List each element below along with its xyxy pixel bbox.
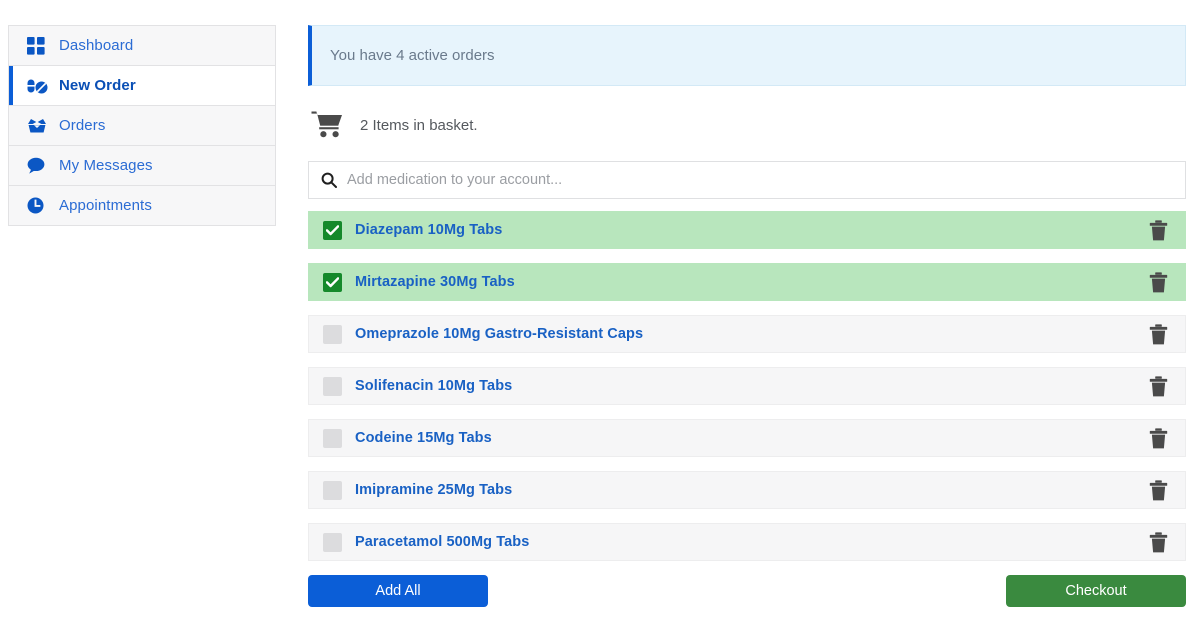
sidebar-item-orders[interactable]: Orders bbox=[9, 106, 275, 146]
add-all-button[interactable]: Add All bbox=[308, 575, 488, 607]
medication-row[interactable]: Imipramine 25Mg Tabs bbox=[308, 471, 1186, 509]
medication-checkbox[interactable] bbox=[323, 532, 342, 552]
clock-icon bbox=[27, 196, 49, 216]
search-input[interactable] bbox=[347, 172, 1173, 188]
trash-icon[interactable] bbox=[1149, 375, 1169, 397]
medication-name: Codeine 15Mg Tabs bbox=[355, 430, 492, 446]
search-bar[interactable] bbox=[308, 161, 1186, 199]
sidebar-item-appointments[interactable]: Appointments bbox=[9, 186, 275, 226]
medication-name: Solifenacin 10Mg Tabs bbox=[355, 378, 513, 394]
active-orders-alert: You have 4 active orders bbox=[308, 25, 1186, 86]
pills-icon bbox=[27, 76, 49, 96]
open-box-icon bbox=[27, 116, 49, 136]
medication-row[interactable]: Mirtazapine 30Mg Tabs bbox=[308, 263, 1186, 301]
medication-name: Mirtazapine 30Mg Tabs bbox=[355, 274, 515, 290]
trash-icon[interactable] bbox=[1149, 427, 1169, 449]
grid-icon bbox=[27, 36, 49, 56]
medication-name: Imipramine 25Mg Tabs bbox=[355, 482, 513, 498]
sidebar-item-label: New Order bbox=[59, 77, 136, 94]
sidebar-item-label: Orders bbox=[59, 117, 106, 134]
medication-name: Diazepam 10Mg Tabs bbox=[355, 222, 503, 238]
medication-list: Diazepam 10Mg Tabs Mirtazapine 30Mg Tabs bbox=[308, 211, 1186, 561]
medication-checkbox[interactable] bbox=[323, 428, 342, 448]
trash-icon[interactable] bbox=[1149, 219, 1169, 241]
medication-row[interactable]: Codeine 15Mg Tabs bbox=[308, 419, 1186, 457]
sidebar-item-label: My Messages bbox=[59, 157, 153, 174]
shopping-cart-icon bbox=[311, 110, 345, 140]
medication-checkbox[interactable] bbox=[323, 272, 342, 292]
medication-checkbox[interactable] bbox=[323, 480, 342, 500]
trash-icon[interactable] bbox=[1149, 479, 1169, 501]
medication-row[interactable]: Diazepam 10Mg Tabs bbox=[308, 211, 1186, 249]
medication-checkbox[interactable] bbox=[323, 324, 342, 344]
main-content: You have 4 active orders 2 Items in bask… bbox=[308, 25, 1186, 607]
basket-summary: 2 Items in basket. bbox=[308, 107, 1186, 143]
sidebar-item-label: Dashboard bbox=[59, 37, 134, 54]
search-icon bbox=[321, 172, 337, 188]
medication-name: Omeprazole 10Mg Gastro-Resistant Caps bbox=[355, 326, 644, 342]
sidebar-item-label: Appointments bbox=[59, 197, 152, 214]
trash-icon[interactable] bbox=[1149, 531, 1169, 553]
speech-bubble-icon bbox=[27, 156, 49, 176]
alert-text: You have 4 active orders bbox=[330, 47, 495, 64]
trash-icon[interactable] bbox=[1149, 271, 1169, 293]
medication-row[interactable]: Solifenacin 10Mg Tabs bbox=[308, 367, 1186, 405]
medication-row[interactable]: Omeprazole 10Mg Gastro-Resistant Caps bbox=[308, 315, 1186, 353]
app-root: Dashboard New Order Orders My Messages A… bbox=[0, 0, 1198, 643]
medication-row[interactable]: Paracetamol 500Mg Tabs bbox=[308, 523, 1186, 561]
basket-count-label: 2 Items in basket. bbox=[360, 116, 478, 134]
sidebar-item-my-messages[interactable]: My Messages bbox=[9, 146, 275, 186]
action-bar: Add All Checkout bbox=[308, 575, 1186, 607]
sidebar: Dashboard New Order Orders My Messages A… bbox=[8, 25, 276, 226]
medication-checkbox[interactable] bbox=[323, 220, 342, 240]
checkout-button[interactable]: Checkout bbox=[1006, 575, 1186, 607]
medication-checkbox[interactable] bbox=[323, 376, 342, 396]
trash-icon[interactable] bbox=[1149, 323, 1169, 345]
sidebar-item-dashboard[interactable]: Dashboard bbox=[9, 26, 275, 66]
medication-name: Paracetamol 500Mg Tabs bbox=[355, 534, 530, 550]
sidebar-item-new-order[interactable]: New Order bbox=[9, 66, 275, 106]
